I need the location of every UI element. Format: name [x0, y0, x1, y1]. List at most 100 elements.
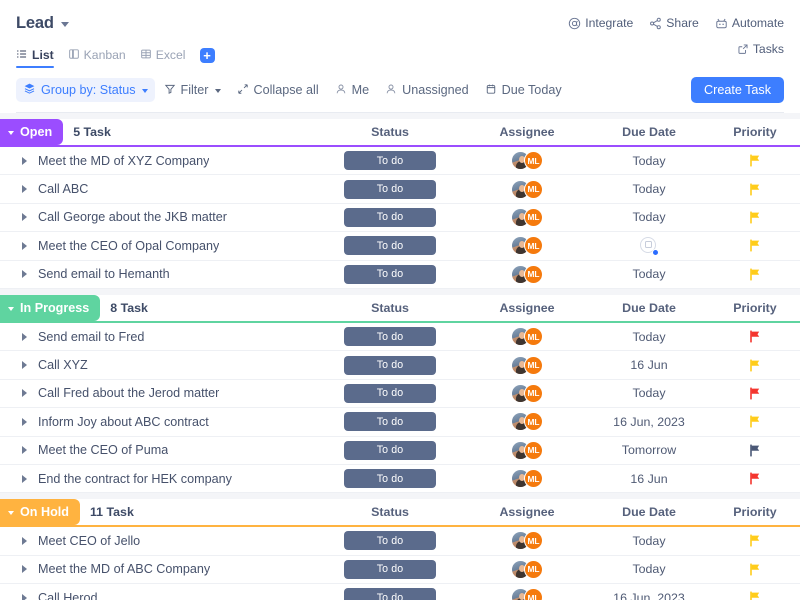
collapse-all-button[interactable]: Collapse all [230, 79, 326, 102]
chevron-right-icon[interactable] [22, 565, 27, 574]
table-row[interactable]: Call Fred about the Jerod matter To do ML T… [0, 380, 800, 409]
table-row[interactable]: Send email to Hemanth To do ML Today [0, 261, 800, 289]
task-title[interactable]: Call XYZ [38, 358, 88, 372]
avatar-group[interactable]: ML [511, 412, 543, 432]
due-date-value[interactable]: 16 Jun, 2023 [613, 415, 685, 429]
priority-cell[interactable] [710, 591, 800, 600]
avatar-group[interactable]: ML [511, 383, 543, 403]
table-row[interactable]: End the contract for HEK company To do ML 1… [0, 465, 800, 494]
status-badge[interactable]: To do [344, 264, 436, 284]
priority-cell[interactable] [710, 444, 800, 457]
status-badge[interactable]: To do [344, 179, 436, 199]
priority-cell[interactable] [710, 154, 800, 167]
table-row[interactable]: Call George about the JKB matter To do ML T… [0, 204, 800, 233]
group-toggle-1[interactable]: In Progress [0, 294, 101, 321]
due-date-value[interactable]: 16 Jun [630, 358, 667, 372]
due-date-value[interactable]: Today [632, 154, 665, 168]
avatar[interactable]: ML [524, 412, 543, 432]
chevron-right-icon[interactable] [22, 332, 27, 341]
priority-cell[interactable] [710, 534, 800, 548]
avatar[interactable]: ML [524, 588, 543, 600]
task-title[interactable]: Inform Joy about ABC contract [38, 415, 209, 429]
tab-excel[interactable]: Excel [140, 43, 186, 67]
due-date-value[interactable]: Today [632, 182, 665, 196]
chevron-right-icon[interactable] [22, 185, 27, 194]
status-badge[interactable]: To do [344, 440, 436, 460]
group-toggle-0[interactable]: Open [0, 119, 64, 145]
group-toggle-2[interactable]: On Hold [0, 499, 80, 526]
tab-kanban[interactable]: Kanban [68, 43, 126, 67]
tasks-link[interactable]: Tasks [737, 42, 784, 56]
due-date-value[interactable]: Today [632, 210, 665, 224]
due-date-value[interactable]: Today [632, 330, 665, 344]
chevron-right-icon[interactable] [22, 474, 27, 483]
chevron-right-icon[interactable] [22, 417, 27, 426]
avatar[interactable]: ML [524, 559, 543, 579]
table-row[interactable]: Call ABC To do ML Today [0, 175, 800, 204]
table-row[interactable]: Call Herod To do ML 16 Jun, 2023 [0, 584, 800, 600]
chevron-right-icon[interactable] [22, 156, 27, 165]
add-view-button[interactable]: + [199, 47, 215, 63]
avatar-group[interactable]: ML [511, 531, 543, 551]
chevron-right-icon[interactable] [22, 270, 27, 279]
priority-cell[interactable] [710, 415, 800, 428]
status-badge[interactable]: To do [344, 151, 436, 171]
task-title[interactable]: Call ABC [38, 182, 88, 196]
chevron-right-icon[interactable] [22, 241, 27, 250]
avatar[interactable]: ML [524, 531, 543, 551]
integrate-button[interactable]: Integrate [568, 16, 633, 30]
task-title[interactable]: Call George about the JKB matter [38, 210, 227, 224]
avatar[interactable]: ML [524, 327, 543, 347]
avatar-group[interactable]: ML [511, 151, 543, 171]
avatar-group[interactable]: ML [511, 588, 543, 600]
chevron-down-icon[interactable] [60, 22, 69, 27]
loading-indicator-icon[interactable] [640, 236, 659, 256]
avatar-group[interactable]: ML [511, 179, 543, 199]
avatar-group[interactable]: ML [511, 355, 543, 375]
avatar[interactable]: ML [524, 469, 543, 489]
status-badge[interactable]: To do [344, 412, 436, 432]
me-filter-button[interactable]: Me [328, 79, 377, 102]
group-by-button[interactable]: Group by: Status [16, 78, 155, 102]
status-badge[interactable]: To do [344, 469, 436, 489]
create-task-button[interactable]: Create Task [691, 77, 784, 103]
automate-button[interactable]: Automate [715, 16, 784, 30]
status-badge[interactable]: To do [344, 588, 436, 600]
chevron-right-icon[interactable] [22, 593, 27, 600]
priority-cell[interactable] [710, 472, 800, 485]
table-row[interactable]: Meet the CEO of Opal Company To do ML [0, 232, 800, 261]
chevron-right-icon[interactable] [22, 446, 27, 455]
priority-cell[interactable] [710, 330, 800, 343]
share-button[interactable]: Share [649, 16, 699, 30]
status-badge[interactable]: To do [344, 383, 436, 403]
status-badge[interactable]: To do [344, 327, 436, 347]
avatar[interactable]: ML [524, 179, 543, 199]
task-title[interactable]: Meet the CEO of Puma [38, 443, 168, 457]
avatar[interactable]: ML [524, 151, 543, 171]
table-row[interactable]: Meet the CEO of Puma To do ML Tomorrow [0, 437, 800, 465]
chevron-right-icon[interactable] [22, 389, 27, 398]
due-date-value[interactable]: Today [632, 386, 665, 400]
due-date-value[interactable]: 16 Jun [630, 472, 667, 486]
task-title[interactable]: Meet CEO of Jello [38, 534, 140, 548]
priority-cell[interactable] [710, 358, 800, 372]
task-title[interactable]: End the contract for HEK company [38, 472, 232, 486]
filter-button[interactable]: Filter [157, 79, 228, 102]
task-title[interactable]: Meet the CEO of Opal Company [38, 239, 219, 253]
task-title[interactable]: Send email to Hemanth [38, 267, 170, 281]
status-badge[interactable]: To do [344, 355, 436, 375]
table-row[interactable]: Inform Joy about ABC contract To do ML 16 J… [0, 408, 800, 437]
table-row[interactable]: Call XYZ To do ML 16 Jun [0, 351, 800, 380]
priority-cell[interactable] [710, 211, 800, 224]
avatar-group[interactable]: ML [511, 440, 543, 460]
table-row[interactable]: Send email to Fred To do ML Today [0, 323, 800, 352]
task-title[interactable]: Call Fred about the Jerod matter [38, 386, 219, 400]
status-badge[interactable]: To do [344, 531, 436, 551]
avatar-group[interactable]: ML [511, 469, 543, 489]
chevron-right-icon[interactable] [22, 361, 27, 370]
avatar-group[interactable]: ML [511, 207, 543, 227]
avatar[interactable]: ML [524, 264, 543, 284]
task-title[interactable]: Call Herod [38, 591, 98, 600]
priority-cell[interactable] [710, 387, 800, 400]
avatar[interactable]: ML [524, 355, 543, 375]
